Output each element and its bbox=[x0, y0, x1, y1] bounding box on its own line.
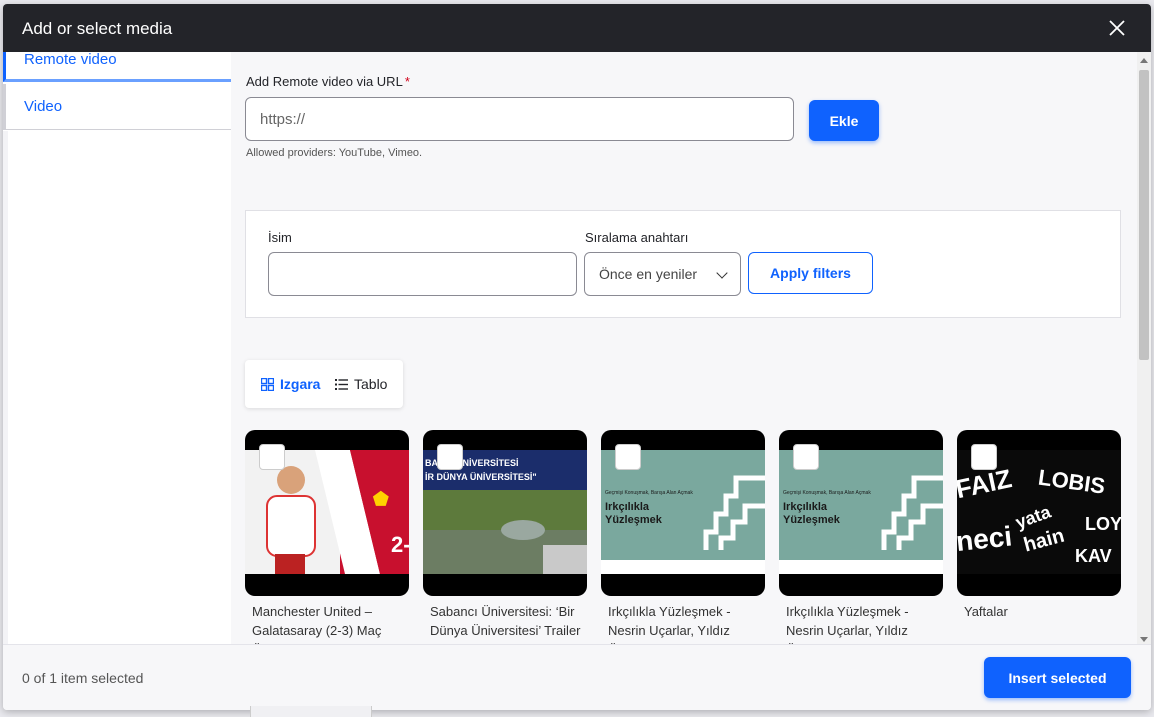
dialog-footer: 0 of 1 item selected Insert selected bbox=[3, 644, 1151, 710]
thumb-text: Geçmişi Konuşmak, Barışa Alan Açmak bbox=[605, 490, 693, 496]
grid-view-button[interactable]: Izgara bbox=[261, 376, 320, 392]
media-caption: Yaftalar bbox=[964, 604, 1008, 619]
table-view-label: Tablo bbox=[354, 376, 388, 392]
sidebar-empty-area bbox=[3, 131, 231, 651]
sidebar-item-label: Remote video bbox=[24, 51, 117, 68]
url-input[interactable] bbox=[245, 97, 794, 141]
select-checkbox[interactable] bbox=[259, 444, 285, 470]
vertical-scrollbar[interactable] bbox=[1137, 52, 1151, 644]
url-field-label: Add Remote video via URL * bbox=[246, 74, 410, 89]
scroll-down-icon[interactable] bbox=[1140, 637, 1148, 642]
table-view-button[interactable]: Tablo bbox=[335, 376, 387, 392]
grid-icon bbox=[261, 377, 274, 391]
thumb-text: KAV bbox=[1075, 546, 1112, 566]
sidebar: Remote video Video bbox=[3, 52, 231, 651]
scrollbar-thumb[interactable] bbox=[1139, 70, 1149, 360]
thumb-text: Yüzleşmek bbox=[605, 514, 663, 526]
thumb-text: Irkçılıkla bbox=[783, 501, 828, 513]
url-label-text: Add Remote video via URL bbox=[246, 74, 403, 89]
chevron-down-icon bbox=[716, 267, 728, 279]
media-thumbnail: Geçmişi Konuşmak, Barışa Alan Açmak Irkç… bbox=[601, 430, 765, 596]
media-dialog: Add or select media Remote video Video A… bbox=[3, 4, 1151, 710]
scroll-up-icon[interactable] bbox=[1140, 58, 1148, 63]
selection-count: 0 of 1 item selected bbox=[22, 670, 144, 686]
select-checkbox[interactable] bbox=[793, 444, 819, 470]
media-thumbnail: Geçmişi Konuşmak, Barışa Alan Açmak Irkç… bbox=[779, 430, 943, 596]
insert-selected-button[interactable]: Insert selected bbox=[984, 657, 1131, 698]
sort-label: Sıralama anahtarı bbox=[585, 230, 689, 245]
allowed-providers-hint: Allowed providers: YouTube, Vimeo. bbox=[246, 147, 423, 159]
thumb-text: İR DÜNYA ÜNİVERSİTESİ" bbox=[425, 472, 537, 482]
name-filter-label: İsim bbox=[268, 230, 292, 245]
sidebar-item-video[interactable]: Video bbox=[3, 84, 231, 130]
media-grid: ⬟ 2- Manchester United – Galatasaray (2-… bbox=[245, 430, 1145, 644]
required-mark: * bbox=[404, 74, 410, 89]
svg-text:2-: 2- bbox=[391, 532, 409, 557]
media-caption: Manchester United – Galatasaray (2-3) Ma… bbox=[252, 604, 400, 644]
media-thumbnail: BANCI ÜNİVERSİTESİ İR DÜNYA ÜNİVERSİTESİ… bbox=[423, 430, 587, 596]
select-checkbox[interactable] bbox=[971, 444, 997, 470]
sidebar-item-label: Video bbox=[24, 98, 63, 115]
background-panel-edge bbox=[250, 706, 372, 717]
media-thumbnail: FAIZ LOBIS yata hain neci LOY KAV bbox=[957, 430, 1121, 596]
media-caption: Irkçılıkla Yüzleşmek - Nesrin Uçarlar, Y… bbox=[608, 604, 731, 644]
thumb-text: Geçmişi Konuşmak, Barışa Alan Açmak bbox=[783, 490, 871, 496]
apply-filters-button[interactable]: Apply filters bbox=[748, 252, 873, 294]
sidebar-item-remote-video[interactable]: Remote video bbox=[3, 52, 231, 82]
close-icon[interactable] bbox=[1107, 18, 1127, 38]
sort-select[interactable]: Önce en yeniler bbox=[584, 252, 741, 296]
filters-panel: İsim Sıralama anahtarı Önce en yeniler A… bbox=[245, 210, 1121, 318]
thumb-text: Irkçılıkla bbox=[605, 501, 650, 513]
sort-selected-value: Önce en yeniler bbox=[599, 266, 698, 282]
add-url-button[interactable]: Ekle bbox=[809, 100, 879, 141]
svg-text:⬟: ⬟ bbox=[372, 489, 389, 509]
name-filter-input[interactable] bbox=[268, 252, 577, 296]
select-checkbox[interactable] bbox=[615, 444, 641, 470]
select-checkbox[interactable] bbox=[437, 444, 463, 470]
dialog-titlebar: Add or select media bbox=[3, 4, 1151, 52]
grid-view-label: Izgara bbox=[280, 376, 321, 392]
thumb-text: LOY bbox=[1085, 514, 1121, 534]
thumb-text: neci bbox=[957, 520, 1014, 557]
list-icon bbox=[335, 378, 348, 390]
dialog-title: Add or select media bbox=[22, 19, 173, 38]
media-thumbnail: ⬟ 2- bbox=[245, 430, 409, 596]
main-content: Add Remote video via URL* Ekle Allowed p… bbox=[231, 52, 1151, 644]
view-toggle: Izgara Tablo bbox=[245, 360, 403, 408]
media-caption: Irkçılıkla Yüzleşmek - Nesrin Uçarlar, Y… bbox=[786, 604, 909, 644]
thumb-text: Yüzleşmek bbox=[783, 514, 841, 526]
media-caption: Sabancı Üniversitesi: ‘Bir Dünya Ünivers… bbox=[430, 604, 581, 638]
